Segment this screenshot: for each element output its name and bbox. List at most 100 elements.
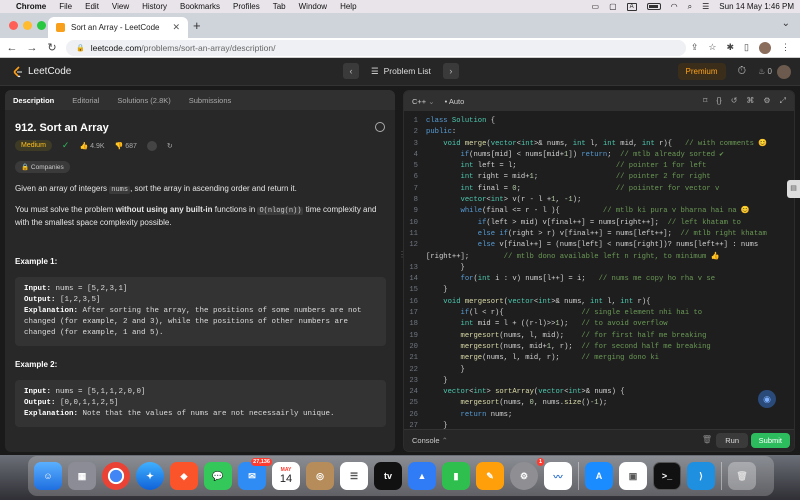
keynote-icon[interactable]: ▲ <box>408 462 436 490</box>
menu-history[interactable]: History <box>142 2 167 11</box>
code-line[interactable]: 4 if(nums[mid] < nums[mid+1]) return; //… <box>404 150 794 161</box>
preview-icon[interactable]: ▣ <box>619 462 647 490</box>
apple-tv-icon[interactable]: tv <box>374 462 402 490</box>
calendar-icon[interactable]: MAY 14 <box>272 462 300 490</box>
like-button[interactable]: 👍 4.9K <box>79 142 104 150</box>
code-line[interactable]: 21 merge(nums, l, mid, r); // merging do… <box>404 353 794 364</box>
companies-tag[interactable]: 🔒 Companies <box>15 161 70 173</box>
tab-solutions[interactable]: Solutions (2.8K) <box>117 96 170 105</box>
search-icon[interactable]: ⌕ <box>688 2 692 12</box>
feedback-chat-icon[interactable]: ◉ <box>758 390 776 408</box>
contacts-icon[interactable]: ◎ <box>306 462 334 490</box>
messages-icon[interactable]: 💬 <box>204 462 232 490</box>
code-line[interactable]: 22 } <box>404 365 794 376</box>
terminal-icon[interactable]: >_ <box>653 462 681 490</box>
code-line[interactable]: 13 } <box>404 263 794 274</box>
app-store-icon[interactable]: A <box>585 462 613 490</box>
code-line[interactable]: 12 else v[final++] = (nums[left] < nums[… <box>404 240 794 251</box>
freeform-icon[interactable]: 〰 <box>544 462 572 490</box>
bookmark-icon[interactable]: ⌑ <box>703 96 707 106</box>
user-avatar[interactable] <box>777 65 791 79</box>
numbers-icon[interactable]: ▮ <box>442 462 470 490</box>
bookmark-star-icon[interactable]: ☆ <box>708 42 716 53</box>
close-window-button[interactable] <box>9 21 18 30</box>
reload-icon[interactable]: ↻ <box>44 41 60 54</box>
dislike-button[interactable]: 👎 687 <box>115 142 137 150</box>
reset-icon[interactable]: ↺ <box>731 96 738 106</box>
code-line[interactable]: 14 for(int i : v) nums[l++] = i; // nums… <box>404 274 794 285</box>
code-line[interactable]: 8 vector<int> v(r - l +1, -1); <box>404 195 794 206</box>
reminders-icon[interactable]: ☰ <box>340 462 368 490</box>
brave-icon[interactable]: ◆ <box>170 462 198 490</box>
timer-icon[interactable]: ⏱ <box>738 65 747 78</box>
code-line[interactable]: 19 mergesort(nums, l, mid); // for first… <box>404 331 794 342</box>
menu-app-name[interactable]: Chrome <box>16 2 46 11</box>
zoom-window-button[interactable] <box>37 21 46 30</box>
shortcut-icon[interactable]: ⌘ <box>746 96 754 106</box>
code-line[interactable]: 15 } <box>404 285 794 296</box>
close-tab-icon[interactable]: ✕ <box>172 22 180 33</box>
pages-icon[interactable]: ✎ <box>476 462 504 490</box>
code-line[interactable]: 16 void mergesort(vector<int>& nums, int… <box>404 297 794 308</box>
menu-clock[interactable]: Sun 14 May 1:46 PM <box>719 2 794 11</box>
share-icon[interactable]: ⇪ <box>691 42 699 53</box>
panel-resize-handle[interactable]: ⋮ <box>398 250 406 262</box>
input-source-icon[interactable]: A <box>626 2 637 11</box>
menu-tab[interactable]: Tab <box>273 2 286 11</box>
problem-list-button[interactable]: ☰ Problem List <box>365 66 437 77</box>
code-line[interactable]: 3 void merge(vector<int>& nums, int l, i… <box>404 139 794 150</box>
launchpad-icon[interactable]: ▦ <box>68 462 96 490</box>
star-icon[interactable] <box>146 140 157 151</box>
extensions-icon[interactable]: ✱ <box>727 42 735 53</box>
fullscreen-icon[interactable]: ⤢ <box>780 96 786 106</box>
mail-icon[interactable]: ✉ 27,136 <box>238 458 272 490</box>
code-line[interactable]: 7 int final = 0; // poiinter for vector … <box>404 184 794 195</box>
code-line[interactable]: 1 class Solution { <box>404 116 794 127</box>
problem-title[interactable]: 912. Sort an Array <box>15 122 109 134</box>
code-line[interactable]: 23 } <box>404 376 794 387</box>
menu-file[interactable]: File <box>59 2 72 11</box>
battery-icon[interactable] <box>646 3 661 10</box>
settings-gear-icon[interactable]: ⚙ <box>763 96 770 106</box>
tab-submissions[interactable]: Submissions <box>189 96 232 105</box>
sidebar-icon[interactable]: ▯ <box>744 42 749 53</box>
streak-counter[interactable]: ♨ 0 <box>758 67 772 76</box>
tab-editorial[interactable]: Editorial <box>72 96 99 105</box>
side-drawer-icon[interactable]: ▤ <box>787 180 800 198</box>
clock-icon[interactable] <box>375 122 385 132</box>
code-line[interactable]: 9 while(final <= r - l ){ // mtlb ki pur… <box>404 206 794 217</box>
tab-search-chevron-icon[interactable]: ⌄ <box>782 18 790 29</box>
autosave-toggle[interactable]: • Auto <box>445 97 465 106</box>
browser-menu-icon[interactable]: ⋮ <box>781 42 790 53</box>
forward-arrow-icon[interactable]: → <box>24 42 40 54</box>
trash-bin-icon[interactable]: 🗑 <box>728 462 756 490</box>
tab-description[interactable]: Description <box>13 96 54 105</box>
menu-help[interactable]: Help <box>340 2 356 11</box>
code-line[interactable]: 10 if(left > mid) v[final++] = nums[righ… <box>404 218 794 229</box>
code-line[interactable]: 5 int left = l; // pointer 1 for left <box>404 161 794 172</box>
lock-icon[interactable]: 🔒 <box>76 44 85 52</box>
control-center-icon[interactable]: ☰ <box>702 2 709 11</box>
language-select[interactable]: C++ <box>412 97 435 106</box>
menu-edit[interactable]: Edit <box>85 2 99 11</box>
run-button[interactable]: Run <box>716 433 748 448</box>
leetcode-logo[interactable]: LeetCode <box>12 65 71 78</box>
code-line[interactable]: 18 int mid = l + ((r-l)>>1); // to avoid… <box>404 319 794 330</box>
menu-view[interactable]: View <box>112 2 129 11</box>
menu-window[interactable]: Window <box>299 2 327 11</box>
vscode-icon[interactable]: ⟩ <box>687 462 715 490</box>
trash-icon[interactable]: 🗑 <box>702 435 712 444</box>
code-area[interactable]: 1 class Solution {2 public: 3 void merge(ve… <box>404 116 794 432</box>
braces-icon[interactable]: {} <box>716 96 721 106</box>
screen-icon[interactable]: ▭ <box>592 2 600 11</box>
menu-bookmarks[interactable]: Bookmarks <box>180 2 220 11</box>
profile-avatar[interactable] <box>759 41 771 54</box>
minimize-window-button[interactable] <box>23 21 32 30</box>
back-arrow-icon[interactable]: ← <box>4 42 20 54</box>
cast-icon[interactable]: ▢ <box>609 2 617 11</box>
prev-problem-button[interactable]: ‹ <box>343 63 359 79</box>
code-line[interactable]: 11 else if(right > r) v[final++] = nums[… <box>404 229 794 240</box>
code-line[interactable]: [right++]; // mtlb dono available left n… <box>404 252 794 263</box>
system-settings-icon[interactable]: ⚙ 1 <box>510 458 544 490</box>
share-link-icon[interactable]: ↻ <box>167 142 173 150</box>
